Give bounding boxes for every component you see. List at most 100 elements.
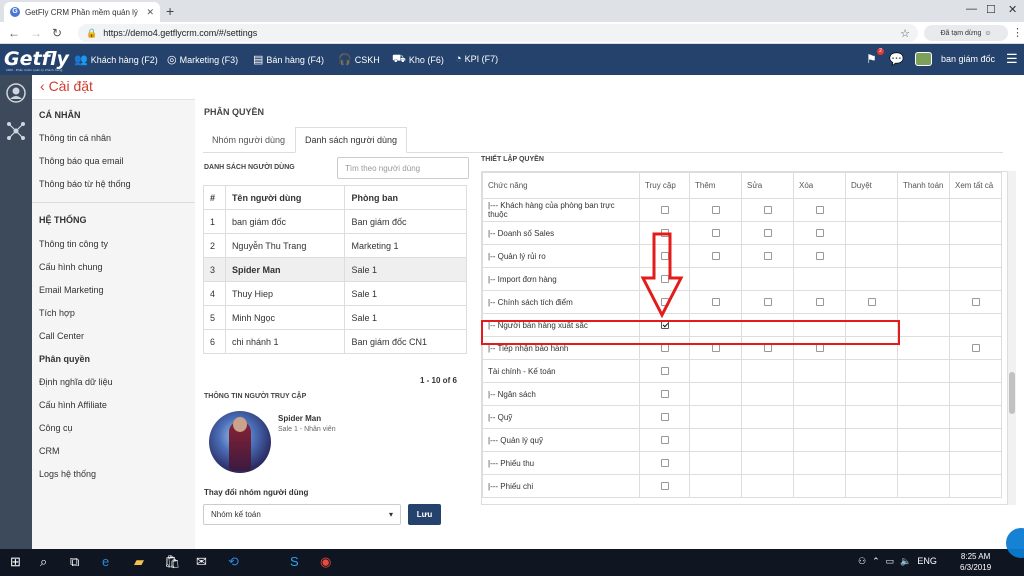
permission-checkbox[interactable] (763, 344, 772, 353)
network-icon[interactable] (6, 121, 26, 141)
user-group-select[interactable]: Nhóm kế toán ▾ (203, 504, 401, 525)
grid-scrollbar-thumb[interactable] (1009, 372, 1015, 414)
permission-checkbox[interactable] (660, 459, 669, 468)
sidebar-item-email-marketing[interactable]: Email Marketing (39, 285, 104, 295)
store-icon[interactable]: 🛍 (164, 554, 181, 570)
menu-customers[interactable]: 👥 Khách hàng (F2) (74, 53, 158, 66)
permission-checkbox[interactable] (815, 344, 824, 353)
language-indicator[interactable]: ENG (917, 556, 937, 567)
permission-checkbox[interactable] (763, 206, 772, 215)
permission-checkbox[interactable] (815, 298, 824, 307)
permission-checkbox[interactable] (660, 344, 669, 353)
permission-checkbox[interactable] (711, 229, 720, 238)
permission-checkbox[interactable] (660, 206, 669, 215)
table-row[interactable]: 2 Nguyễn Thu Trang Marketing 1 (203, 233, 467, 258)
edge-browser-icon[interactable]: e (102, 554, 109, 569)
permission-function-name: |--- Khách hàng của phòng ban trực thuộc (482, 198, 640, 222)
menu-warehouse[interactable]: ⛟ Kho (F6) (392, 53, 444, 67)
permission-checkbox[interactable] (971, 298, 980, 307)
minimize-icon[interactable]: — (966, 3, 977, 15)
sidebar-item-email-notifications[interactable]: Thông báo qua email (39, 156, 124, 166)
tab-user-list[interactable]: Danh sách người dùng (295, 127, 407, 153)
new-tab-icon[interactable]: + (166, 3, 174, 19)
user-avatar[interactable] (915, 52, 932, 66)
permission-checkbox[interactable] (815, 229, 824, 238)
permission-checkbox[interactable] (711, 298, 720, 307)
table-row[interactable]: 1 ban giám đốc Ban giám đốc (203, 209, 467, 234)
menu-kpi[interactable]: ◔ KPI (F7) (455, 53, 498, 65)
permission-checkbox[interactable] (815, 252, 824, 261)
permission-checkbox[interactable] (660, 367, 669, 376)
sidebar-item-call-center[interactable]: Call Center (39, 331, 84, 341)
sidebar-item-data-definition[interactable]: Định nghĩa dữ liệu (39, 377, 113, 387)
permission-checkbox[interactable] (711, 252, 720, 261)
table-row[interactable]: 4 Thuy Hiep Sale 1 (203, 281, 467, 306)
permission-checkbox[interactable] (660, 482, 669, 491)
reload-icon[interactable]: ↻ (52, 26, 62, 40)
sidebar-item-integration[interactable]: Tích hợp (39, 308, 75, 318)
search-icon[interactable]: ⌕ (40, 554, 47, 570)
permission-checkbox[interactable] (763, 229, 772, 238)
file-explorer-icon[interactable]: ▰ (134, 554, 144, 570)
browser-tab[interactable]: G GetFly CRM Phần mềm quản lý ✕ (4, 2, 160, 22)
permission-checkbox[interactable] (763, 252, 772, 261)
permission-checkbox[interactable] (711, 206, 720, 215)
bookmark-star-icon[interactable]: ☆ (900, 27, 910, 40)
users-icon: 👥 (74, 54, 88, 66)
getfly-logo[interactable]: Getfly CRM - Phần mềm quản lý khách hàng (4, 48, 69, 72)
grid-scrollbar[interactable] (1008, 171, 1016, 505)
permission-checkbox[interactable] (660, 413, 669, 422)
menu-marketing[interactable]: ◎ Marketing (F3) (167, 53, 238, 66)
chrome-icon[interactable]: ◉ (320, 554, 331, 570)
volume-icon[interactable]: 🔈 (900, 556, 911, 567)
table-row-selected[interactable]: 3 Spider Man Sale 1 (203, 257, 467, 282)
user-name[interactable]: ban giám đốc (941, 54, 995, 64)
taskbar-clock[interactable]: 8:25 AM 6/3/2019 (960, 551, 991, 573)
table-row[interactable]: 6 chi nhánh 1 Ban giám đốc CN1 (203, 329, 467, 354)
permission-checkbox[interactable] (660, 436, 669, 445)
browser-menu-icon[interactable]: ⋮ (1012, 26, 1023, 39)
hamburger-menu-icon[interactable]: ☰ (1006, 51, 1018, 67)
notification-flag-icon[interactable]: ⚑ (866, 52, 877, 66)
sidebar-item-company-info[interactable]: Thông tin công ty (39, 239, 108, 249)
page-title[interactable]: ‹ Cài đặt (40, 78, 93, 94)
sidebar-item-system-logs[interactable]: Logs hệ thống (39, 469, 96, 479)
user-search-input[interactable] (337, 157, 469, 179)
teamviewer-icon[interactable]: ⟲ (228, 554, 239, 570)
permission-checkbox[interactable] (711, 344, 720, 353)
close-tab-icon[interactable]: ✕ (146, 7, 154, 18)
menu-sales[interactable]: ▤ Bán hàng (F4) (253, 53, 324, 66)
people-icon[interactable]: ⚇ (858, 556, 866, 567)
sidebar-item-tools[interactable]: Công cụ (39, 423, 73, 433)
profile-icon[interactable] (6, 83, 26, 103)
permission-checkbox[interactable] (815, 206, 824, 215)
windows-start-icon[interactable]: ⊞ (10, 554, 21, 570)
sidebar-item-general-config[interactable]: Cấu hình chung (39, 262, 103, 272)
permission-checkbox[interactable] (867, 298, 876, 307)
mail-icon[interactable]: ✉ (196, 554, 207, 570)
sidebar-item-permissions[interactable]: Phân quyền (39, 354, 90, 364)
sidebar-item-personal-info[interactable]: Thông tin cá nhân (39, 133, 111, 143)
permission-checkbox[interactable] (660, 390, 669, 399)
permission-checkbox[interactable] (763, 298, 772, 307)
back-icon[interactable]: ← (8, 26, 20, 40)
table-row[interactable]: 5 Minh Ngọc Sale 1 (203, 305, 467, 330)
profile-paused-button[interactable]: Đã tạm dừng ☺ (924, 25, 1008, 41)
task-view-icon[interactable]: ⧉ (70, 554, 79, 570)
sidebar-item-system-notifications[interactable]: Thông báo từ hệ thống (39, 179, 131, 189)
sidebar-item-affiliate-config[interactable]: Cấu hình Affiliate (39, 400, 107, 410)
chevron-up-icon[interactable]: ⌃ (872, 556, 880, 567)
url-field[interactable]: 🔒 https://demo4.getflycrm.com/#/settings… (78, 24, 918, 42)
save-button[interactable]: Lưu (408, 504, 441, 525)
sidebar-item-crm[interactable]: CRM (39, 446, 60, 456)
menu-customer-care[interactable]: 🎧 CSKH (338, 53, 380, 66)
permission-checkbox[interactable] (971, 344, 980, 353)
forward-icon[interactable]: → (30, 26, 42, 40)
maximize-icon[interactable]: ☐ (986, 3, 996, 16)
paused-label: Đã tạm dừng (940, 29, 982, 37)
chat-icon[interactable]: 💬 (889, 52, 904, 66)
network-tray-icon[interactable]: ▭ (886, 556, 895, 567)
skype-icon[interactable]: S (290, 554, 299, 569)
close-window-icon[interactable]: ✕ (1008, 3, 1017, 16)
tab-user-groups[interactable]: Nhóm người dùng (203, 127, 294, 153)
